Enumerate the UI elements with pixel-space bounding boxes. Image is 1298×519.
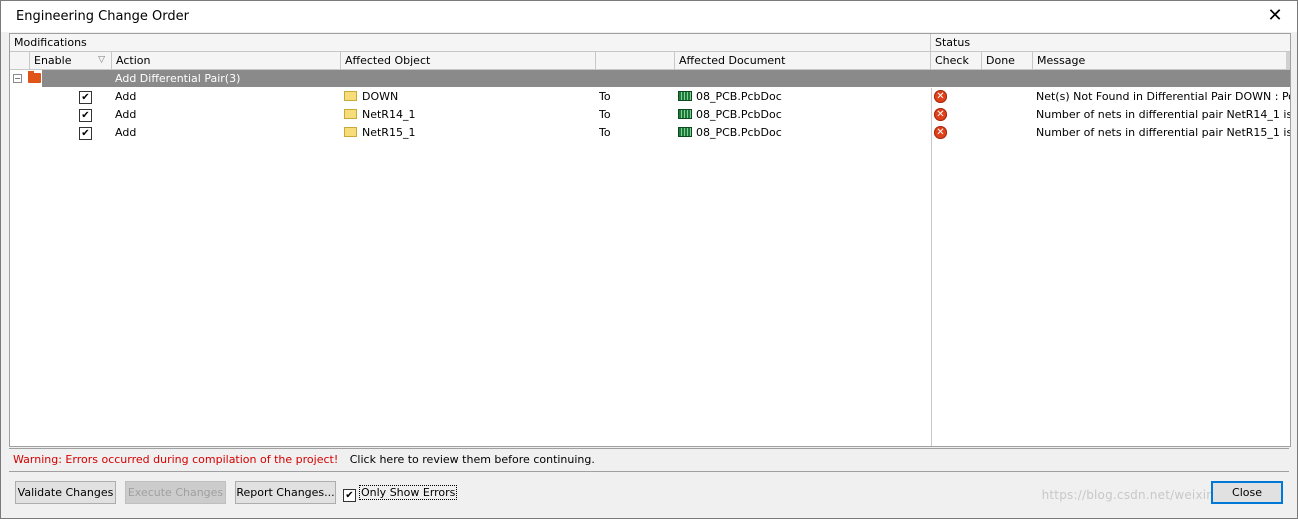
only-show-errors-checkbox[interactable]: ✔ Only Show Errors <box>343 485 458 502</box>
check-cell: ✕ <box>932 106 972 124</box>
close-button[interactable]: Close <box>1211 481 1283 504</box>
column-header-enable[interactable]: Enable ▽ <box>30 52 112 69</box>
column-header-row: Enable ▽ Action Affected Object Affected… <box>10 52 1290 70</box>
pcb-document-icon <box>678 91 692 101</box>
folder-icon <box>344 91 357 101</box>
message-cell: Number of nets in differential pair NetR… <box>1036 108 1290 121</box>
review-errors-link[interactable]: Click here to review them before continu… <box>350 453 595 466</box>
group-header-status: Status <box>935 36 971 49</box>
affected-document-label: 08_PCB.PcbDoc <box>696 90 782 103</box>
affected-object-cell: NetR14_1 <box>344 106 415 124</box>
column-header-action[interactable]: Action <box>112 52 341 69</box>
affected-object-label: NetR15_1 <box>362 126 416 139</box>
folder-icon <box>344 109 357 119</box>
error-icon: ✕ <box>934 126 947 139</box>
enable-checkbox[interactable]: ✔ <box>79 91 92 104</box>
warning-text: Warning: Errors occurred during compilat… <box>13 453 339 466</box>
message-cell: Net(s) Not Found in Differential Pair DO… <box>1036 90 1290 103</box>
eco-dialog: Engineering Change Order ✕ Modifications… <box>0 0 1298 519</box>
report-changes-button[interactable]: Report Changes... <box>235 481 336 504</box>
column-header-spacer <box>10 52 30 69</box>
error-icon: ✕ <box>934 90 947 103</box>
column-header-affected-document[interactable]: Affected Document <box>675 52 931 69</box>
affected-object-label: NetR14_1 <box>362 108 416 121</box>
affected-document-label: 08_PCB.PcbDoc <box>696 126 782 139</box>
group-row-add-differential-pair[interactable]: − Add Differential Pair(3) <box>10 70 1290 87</box>
enable-checkbox[interactable]: ✔ <box>79 127 92 140</box>
affected-document-cell: 08_PCB.PcbDoc <box>678 124 782 142</box>
to-cell: To <box>599 126 611 139</box>
execute-changes-button[interactable]: Execute Changes <box>125 481 226 504</box>
table-row[interactable]: ✔ Add NetR15_1 To 08_PCB.PcbDoc ✕ Number… <box>10 124 1290 142</box>
table-row[interactable]: ✔ Add DOWN To 08_PCB.PcbDoc ✕ Net(s) Not… <box>10 88 1290 106</box>
message-cell: Number of nets in differential pair NetR… <box>1036 126 1290 139</box>
only-show-errors-box[interactable]: ✔ <box>343 489 356 502</box>
to-cell: To <box>599 90 611 103</box>
group-header-modifications: Modifications <box>10 34 931 51</box>
table-row[interactable]: ✔ Add NetR14_1 To 08_PCB.PcbDoc ✕ Number… <box>10 106 1290 124</box>
validate-changes-button[interactable]: Validate Changes <box>15 481 116 504</box>
column-header-affected-object[interactable]: Affected Object <box>341 52 596 69</box>
to-cell: To <box>599 108 611 121</box>
changes-grid: Modifications Status Enable ▽ Action Aff… <box>9 33 1291 447</box>
affected-document-label: 08_PCB.PcbDoc <box>696 108 782 121</box>
affected-object-cell: DOWN <box>344 88 398 106</box>
check-cell: ✕ <box>932 88 972 106</box>
column-header-enable-label: Enable <box>34 54 72 67</box>
warning-bar: Warning: Errors occurred during compilat… <box>9 448 1289 472</box>
affected-document-cell: 08_PCB.PcbDoc <box>678 88 782 106</box>
dialog-title: Engineering Change Order <box>16 9 189 24</box>
column-header-message[interactable]: Message <box>1033 52 1286 69</box>
folder-icon <box>28 71 41 83</box>
header-scroll-edge <box>1286 52 1290 69</box>
folder-icon <box>344 127 357 137</box>
pcb-document-icon <box>678 127 692 137</box>
close-icon[interactable]: ✕ <box>1263 5 1287 27</box>
only-show-errors-label: Only Show Errors <box>359 485 458 500</box>
group-row-label: Add Differential Pair(3) <box>115 72 241 85</box>
column-header-to[interactable] <box>596 52 675 69</box>
check-cell: ✕ <box>932 124 972 142</box>
pcb-document-icon <box>678 109 692 119</box>
error-icon: ✕ <box>934 108 947 121</box>
action-cell: Add <box>115 126 137 139</box>
affected-object-cell: NetR15_1 <box>344 124 415 142</box>
title-bar: Engineering Change Order ✕ <box>1 1 1297 32</box>
collapse-icon[interactable]: − <box>13 74 22 83</box>
sort-descending-icon: ▽ <box>98 55 105 65</box>
column-header-check[interactable]: Check <box>931 52 982 69</box>
action-cell: Add <box>115 108 137 121</box>
affected-document-cell: 08_PCB.PcbDoc <box>678 106 782 124</box>
affected-object-label: DOWN <box>362 90 399 103</box>
enable-checkbox[interactable]: ✔ <box>79 109 92 122</box>
group-header-row: Modifications Status <box>10 34 1290 52</box>
column-header-done[interactable]: Done <box>982 52 1033 69</box>
action-cell: Add <box>115 90 137 103</box>
